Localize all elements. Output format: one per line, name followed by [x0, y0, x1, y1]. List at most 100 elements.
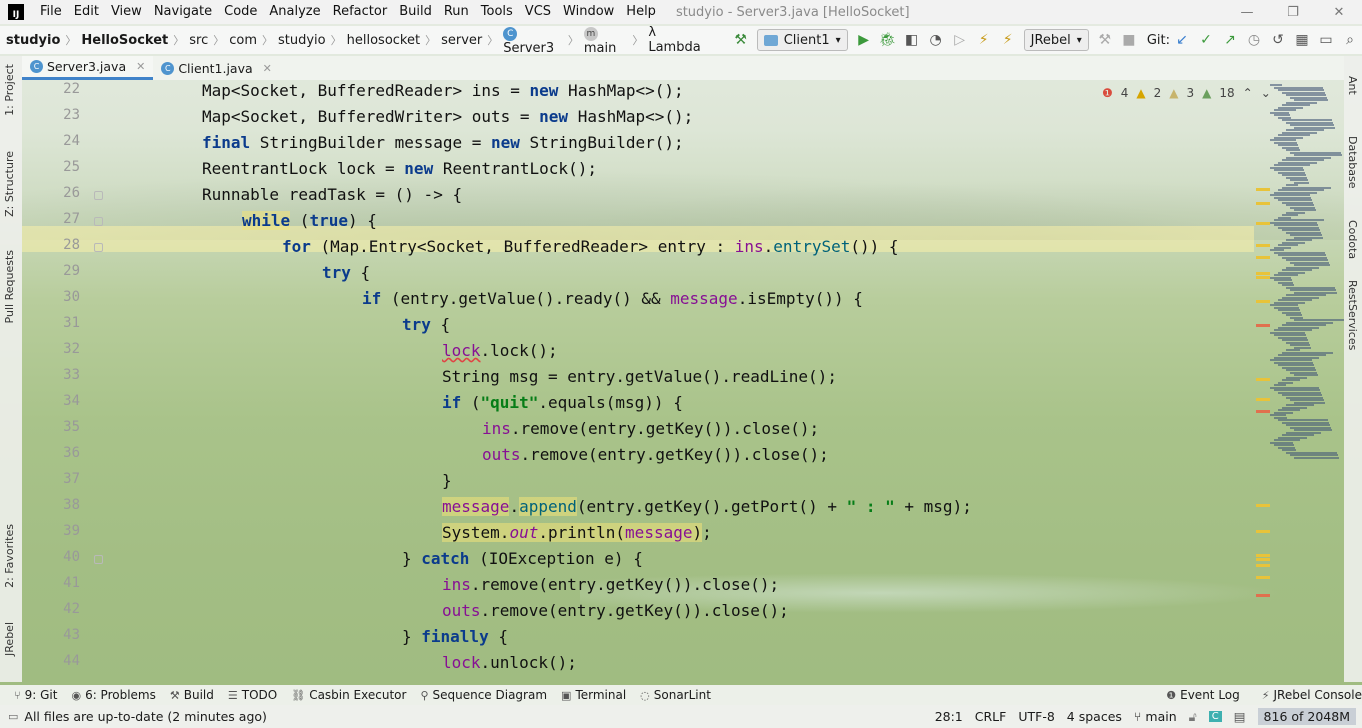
profile-icon[interactable]: ◔: [924, 28, 948, 52]
tool-build[interactable]: ⚒ Build: [170, 688, 214, 702]
resume-icon[interactable]: ▷: [948, 28, 972, 52]
search-icon[interactable]: ⌕: [1338, 28, 1362, 52]
error-stripe-mark[interactable]: [1256, 530, 1270, 533]
lock-icon[interactable]: 🔓︎: [1189, 709, 1197, 725]
error-stripe-mark[interactable]: [1256, 188, 1270, 191]
rollback-icon[interactable]: ↺: [1266, 28, 1290, 52]
breadcrumb-item[interactable]: server: [441, 33, 482, 48]
memory-indicator[interactable]: 816 of 2048M: [1257, 708, 1356, 725]
error-stripe-mark[interactable]: [1256, 300, 1270, 303]
error-stripe-mark[interactable]: [1256, 202, 1270, 205]
close-tab-icon[interactable]: ✕: [136, 60, 145, 73]
line-separator[interactable]: CRLF: [975, 709, 1007, 724]
tab-server3-java[interactable]: C Server3.java ✕: [22, 56, 154, 80]
menu-run[interactable]: Run: [438, 0, 475, 24]
close-icon[interactable]: ✕: [1316, 0, 1362, 24]
error-stripe-mark[interactable]: [1256, 222, 1270, 225]
indent-setting[interactable]: 4 spaces: [1067, 709, 1122, 724]
tool-casbin-executor[interactable]: ⛓ Casbin Executor: [291, 688, 406, 702]
menu-window[interactable]: Window: [557, 0, 620, 24]
tool-terminal[interactable]: ▣ Terminal: [561, 688, 626, 702]
git-push-icon[interactable]: ↗: [1218, 28, 1242, 52]
error-stripe-mark[interactable]: [1256, 564, 1270, 567]
tool-database[interactable]: Database: [1346, 136, 1359, 189]
menu-code[interactable]: Code: [218, 0, 263, 24]
history-icon[interactable]: ◷: [1242, 28, 1266, 52]
tool-structure[interactable]: Z: Structure: [3, 151, 16, 217]
menu-help[interactable]: Help: [620, 0, 662, 24]
tool-codota[interactable]: Codota: [1346, 220, 1359, 259]
minimize-icon[interactable]: —: [1224, 0, 1270, 24]
breadcrumb-item[interactable]: studyio: [278, 33, 326, 48]
error-stripe-mark[interactable]: [1256, 276, 1270, 279]
menu-refactor[interactable]: Refactor: [327, 0, 394, 24]
error-stripe-mark[interactable]: [1256, 594, 1270, 597]
fold-marker-icon[interactable]: [94, 217, 103, 226]
project-structure-icon[interactable]: ▦: [1290, 28, 1314, 52]
error-stripe-mark[interactable]: [1256, 398, 1270, 401]
tool-pull-requests[interactable]: Pull Requests: [3, 250, 16, 323]
menu-file[interactable]: File: [34, 0, 68, 24]
hammer-disabled-icon[interactable]: ⚒: [1093, 28, 1117, 52]
tool-6-problems[interactable]: ◉ 6: Problems: [71, 688, 155, 702]
stop-icon[interactable]: ■: [1117, 28, 1141, 52]
tool-favorites[interactable]: 2: Favorites: [3, 524, 16, 588]
git-update-icon[interactable]: ↙: [1170, 28, 1194, 52]
inspection-widget[interactable]: ❶4 ▲ 2 ▲ 3 ▲ 18 ⌃ ⌄: [1102, 86, 1271, 100]
tool-ant[interactable]: Ant: [1346, 76, 1359, 95]
menu-build[interactable]: Build: [393, 0, 438, 24]
debug-icon[interactable]: 🐞︎: [876, 28, 900, 52]
breadcrumb-item[interactable]: studyio: [6, 33, 60, 48]
error-stripe-mark[interactable]: [1256, 554, 1270, 557]
menu-analyze[interactable]: Analyze: [263, 0, 326, 24]
menu-tools[interactable]: Tools: [475, 0, 519, 24]
build-hammer-icon[interactable]: ⚒: [729, 28, 753, 52]
fold-marker-icon[interactable]: [94, 555, 103, 564]
jrebel-run-icon[interactable]: ⚡: [972, 28, 996, 52]
error-stripe-mark[interactable]: [1256, 558, 1270, 561]
error-stripe-mark[interactable]: [1256, 324, 1270, 327]
fold-marker-icon[interactable]: [94, 191, 103, 200]
menu-view[interactable]: View: [105, 0, 148, 24]
tool-event-log[interactable]: ❶ Event Log: [1166, 688, 1240, 702]
status-layout-icon[interactable]: ▭: [8, 710, 18, 723]
jrebel-debug-icon[interactable]: ⚡: [996, 28, 1020, 52]
tool-project[interactable]: 1: Project: [3, 64, 16, 116]
git-commit-icon[interactable]: ✓: [1194, 28, 1218, 52]
tab-client1-java[interactable]: C Client1.java ✕: [153, 56, 280, 80]
breadcrumb-item[interactable]: CServer3: [503, 25, 563, 56]
codota-icon[interactable]: C: [1208, 711, 1222, 722]
breadcrumb-item[interactable]: HelloSocket: [81, 33, 168, 48]
tool-jrebel-console[interactable]: ⚡ JRebel Console: [1262, 688, 1362, 702]
jrebel-select[interactable]: JRebel ▾: [1023, 29, 1089, 51]
breadcrumb-item[interactable]: com: [229, 33, 257, 48]
run-config-select[interactable]: Client1 ▾: [756, 29, 848, 51]
menu-edit[interactable]: Edit: [68, 0, 105, 24]
tool-jrebel[interactable]: JRebel: [3, 622, 16, 656]
tool-restservices[interactable]: RestServices: [1346, 280, 1359, 350]
coverage-icon[interactable]: ◧: [900, 28, 924, 52]
breadcrumb-item[interactable]: src: [189, 33, 208, 48]
error-stripe-mark[interactable]: [1256, 410, 1270, 413]
tool-sonarlint[interactable]: ◌ SonarLint: [640, 688, 711, 702]
presentation-icon[interactable]: ▭: [1314, 28, 1338, 52]
code-editor[interactable]: Map<Socket, BufferedReader> ins = new Ha…: [142, 81, 1254, 682]
restore-icon[interactable]: ❐: [1270, 0, 1316, 24]
error-stripe-mark[interactable]: [1256, 272, 1270, 275]
previous-highlight-icon[interactable]: ⌃: [1243, 86, 1253, 100]
fold-marker-icon[interactable]: [94, 243, 103, 252]
caret-position[interactable]: 28:1: [935, 709, 963, 724]
error-stripe-mark[interactable]: [1256, 576, 1270, 579]
tool-todo[interactable]: ☰ TODO: [228, 688, 277, 702]
breadcrumb-item[interactable]: λ Lambda: [648, 25, 704, 55]
error-stripe-mark[interactable]: [1256, 504, 1270, 507]
close-tab-icon[interactable]: ✕: [263, 62, 272, 75]
breadcrumb-item[interactable]: hellosocket: [347, 33, 420, 48]
error-stripe-mark[interactable]: [1256, 378, 1270, 381]
error-stripe-mark[interactable]: [1256, 244, 1270, 247]
git-branch-widget[interactable]: ⑂ main: [1134, 709, 1177, 724]
menu-navigate[interactable]: Navigate: [148, 0, 218, 24]
error-stripe-mark[interactable]: [1256, 256, 1270, 259]
tool-sequence-diagram[interactable]: ⚲ Sequence Diagram: [420, 688, 547, 702]
breadcrumb-item[interactable]: mmain: [583, 25, 627, 56]
